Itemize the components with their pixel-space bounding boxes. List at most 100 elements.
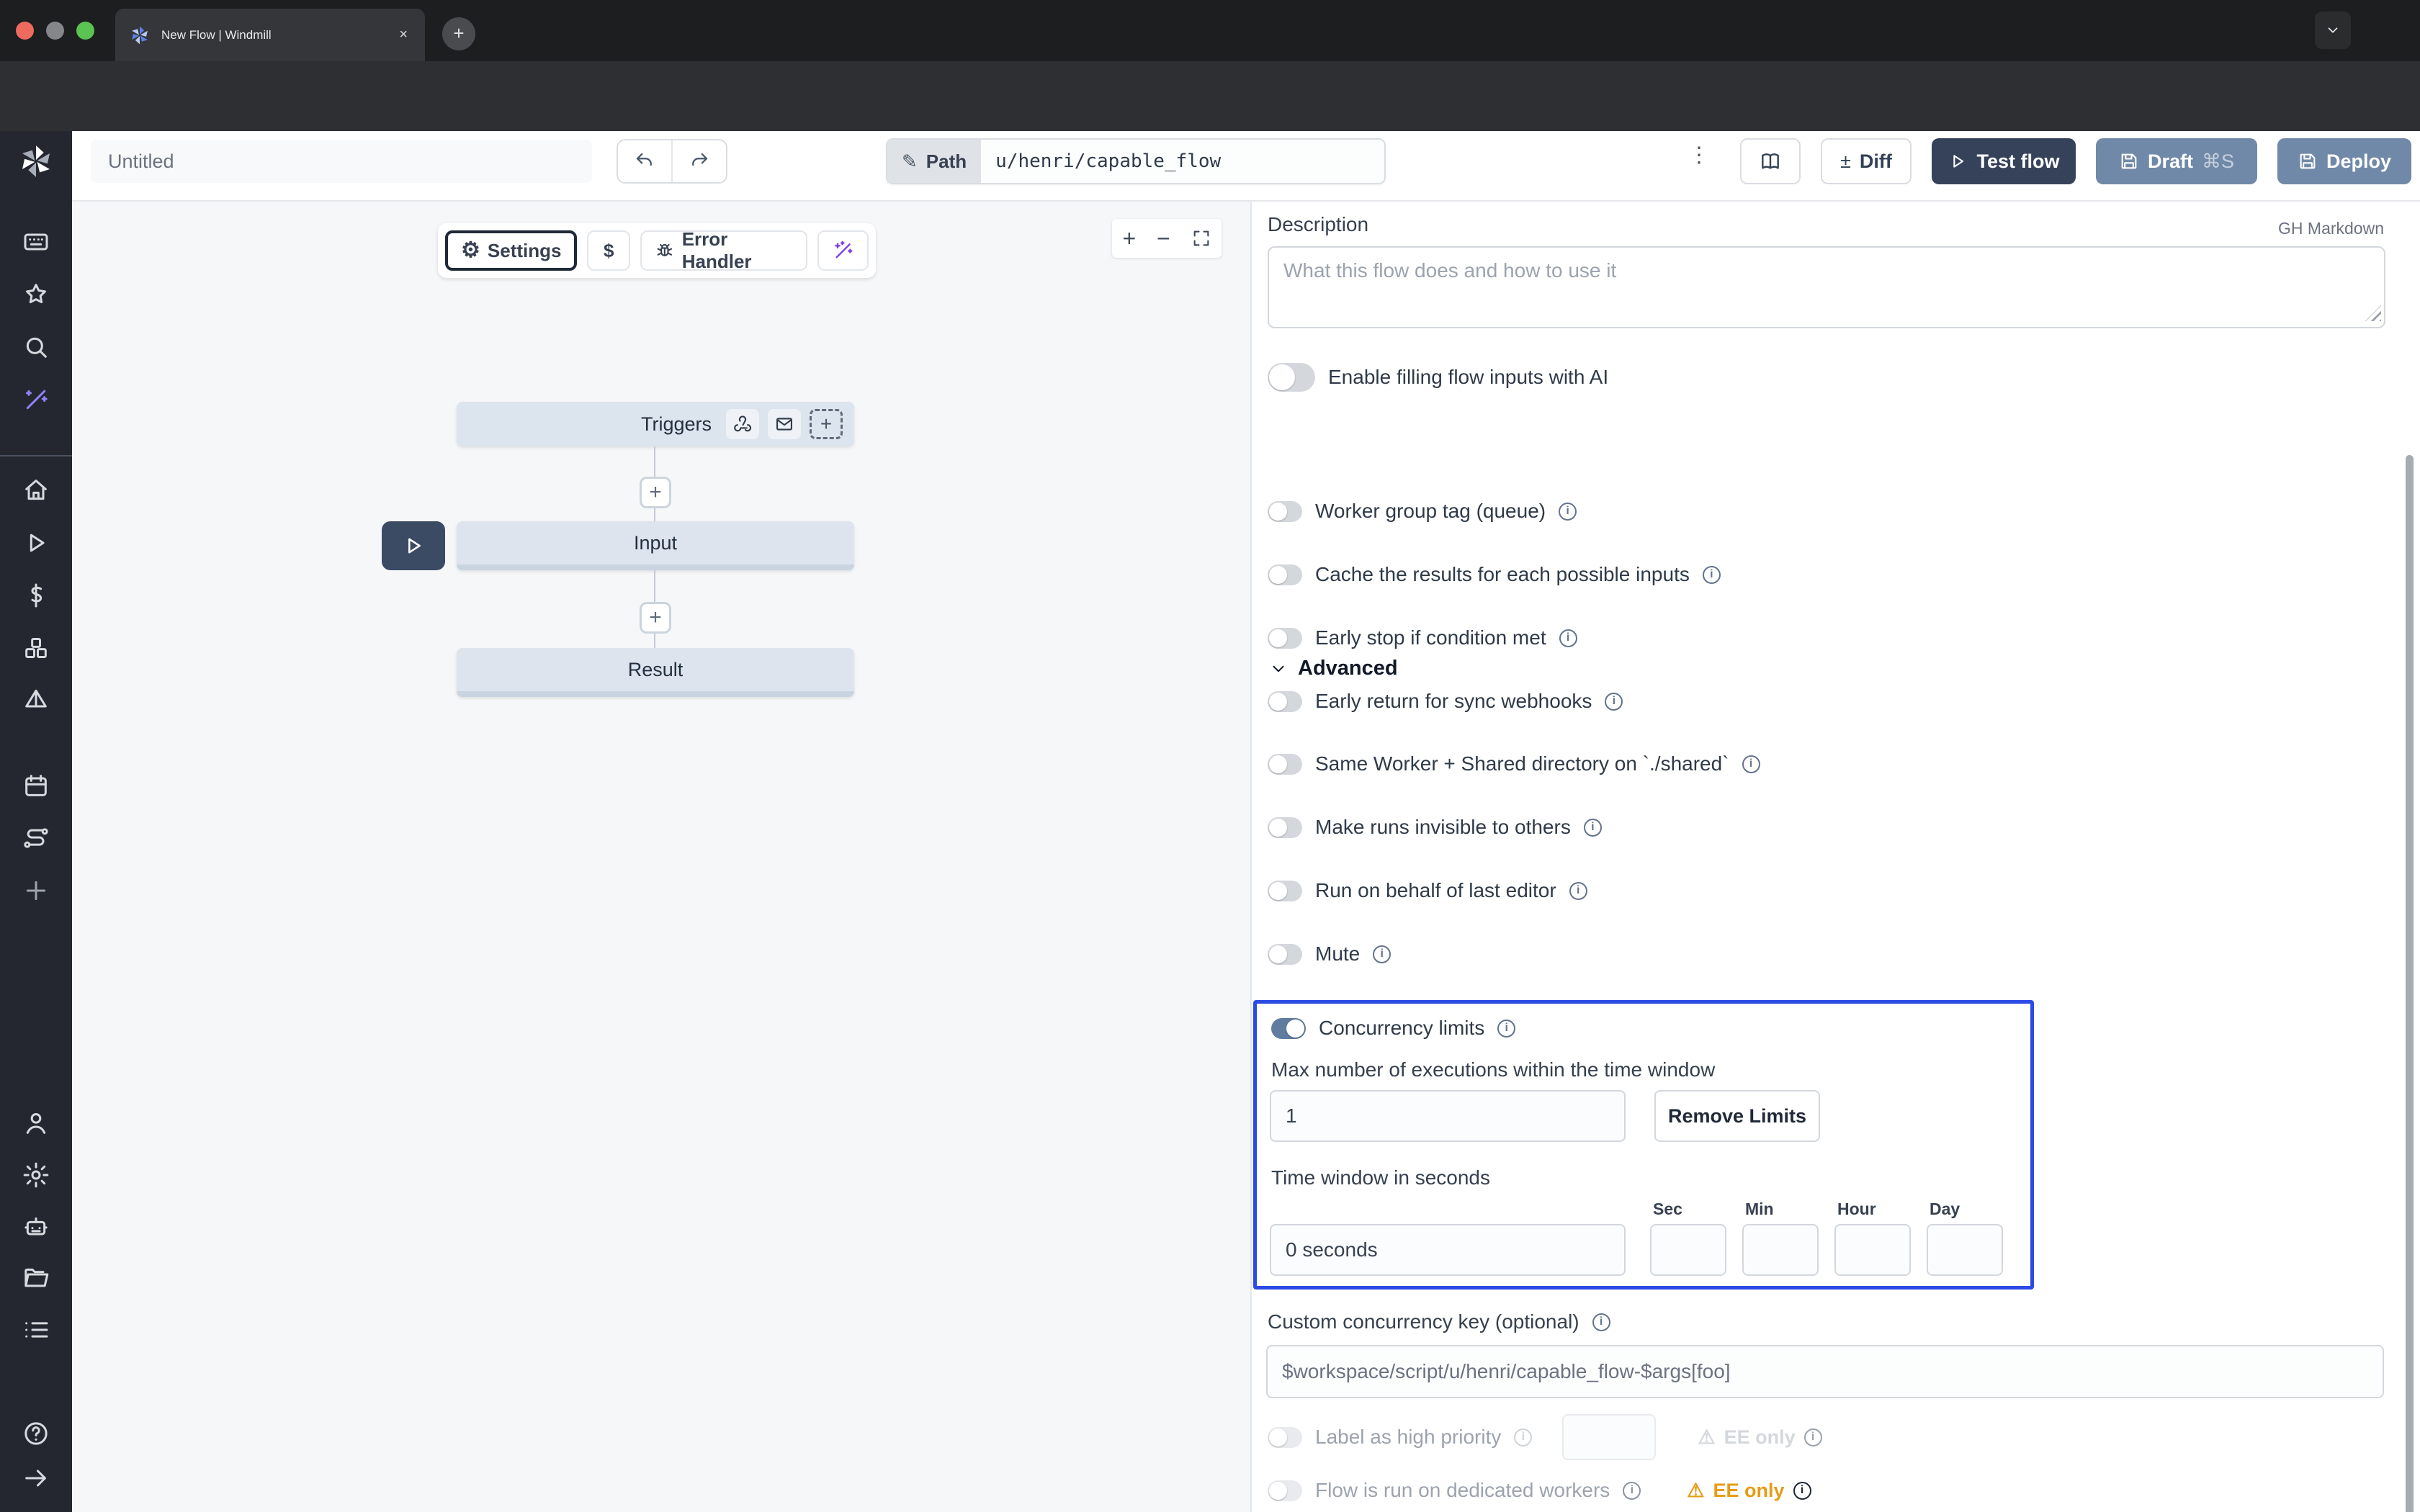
- dedicated-workers-toggle[interactable]: [1268, 1480, 1302, 1501]
- static-inputs-button[interactable]: $: [587, 230, 630, 271]
- option-toggle[interactable]: [1268, 754, 1302, 775]
- flows-route-icon[interactable]: [20, 822, 52, 854]
- favorites-icon[interactable]: [20, 279, 52, 310]
- diff-button[interactable]: ± Diff: [1821, 138, 1912, 184]
- flow-canvas[interactable]: ⚙ Settings $ Error Handler + − Triggers: [72, 202, 1252, 1512]
- edge-line: [654, 508, 655, 521]
- ai-builder-wand-button[interactable]: [817, 230, 869, 271]
- panel-scrollbar[interactable]: [2406, 455, 2414, 1512]
- folders-icon[interactable]: [20, 1262, 52, 1294]
- window-chevron-icon[interactable]: [2315, 12, 2351, 49]
- draft-button[interactable]: Draft ⌘S: [2096, 138, 2257, 184]
- info-icon[interactable]: i: [1569, 882, 1587, 900]
- windmill-logo-icon[interactable]: [16, 141, 56, 181]
- option-toggle[interactable]: [1268, 628, 1302, 649]
- advanced-toggle-row: Make runs invisible to othersi: [1268, 816, 1602, 839]
- max-executions-input[interactable]: [1270, 1090, 1626, 1142]
- test-flow-button[interactable]: Test flow: [1932, 138, 2076, 184]
- info-icon[interactable]: i: [1373, 945, 1391, 963]
- email-trigger-icon[interactable]: [768, 409, 801, 439]
- webhook-trigger-icon[interactable]: [726, 409, 759, 439]
- prism-icon[interactable]: [20, 683, 52, 715]
- high-priority-toggle[interactable]: [1268, 1427, 1302, 1448]
- ai-wand-icon[interactable]: [20, 384, 52, 415]
- traffic-zoom-button[interactable]: [76, 22, 94, 40]
- deploy-button[interactable]: Deploy: [2277, 138, 2411, 184]
- max-executions-label: Max number of executions within the time…: [1271, 1058, 1715, 1081]
- redo-button[interactable]: [673, 140, 726, 182]
- home-icon[interactable]: [20, 474, 52, 506]
- help-icon[interactable]: [20, 1418, 52, 1449]
- triggers-node[interactable]: Triggers +: [457, 402, 854, 446]
- advanced-section-header[interactable]: Advanced: [1269, 657, 1398, 680]
- remove-limits-button[interactable]: Remove Limits: [1654, 1090, 1820, 1142]
- info-icon[interactable]: i: [1497, 1020, 1515, 1038]
- traffic-minimize-button[interactable]: [46, 22, 64, 40]
- flow-settings-button[interactable]: ⚙ Settings: [445, 230, 577, 271]
- hour-input[interactable]: [1834, 1224, 1911, 1276]
- run-input-play-button[interactable]: [382, 521, 445, 570]
- resources-icon[interactable]: [20, 632, 52, 664]
- day-input[interactable]: [1927, 1224, 2003, 1276]
- option-toggle[interactable]: [1268, 564, 1302, 585]
- create-plus-icon[interactable]: [20, 875, 52, 906]
- browser-tab[interactable]: New Flow | Windmill ×: [115, 9, 425, 61]
- custom-concurrency-key-input[interactable]: [1266, 1345, 2384, 1398]
- option-toggle[interactable]: [1268, 691, 1302, 712]
- description-textarea[interactable]: [1268, 246, 2385, 328]
- tab-close-icon[interactable]: ×: [395, 27, 412, 43]
- info-icon[interactable]: i: [1804, 1428, 1822, 1446]
- info-icon[interactable]: i: [1623, 1482, 1641, 1500]
- zoom-out-icon[interactable]: −: [1157, 225, 1170, 252]
- concurrency-toggle-row: Concurrency limits i: [1271, 1017, 1515, 1040]
- option-label: Worker group tag (queue): [1315, 500, 1546, 523]
- new-tab-button[interactable]: +: [442, 17, 475, 50]
- fit-view-icon[interactable]: [1191, 228, 1211, 248]
- zoom-in-icon[interactable]: +: [1122, 225, 1136, 252]
- add-trigger-button[interactable]: +: [810, 409, 843, 439]
- hour-label: Hour: [1837, 1200, 1876, 1219]
- concurrency-toggle[interactable]: [1271, 1018, 1306, 1039]
- time-window-input[interactable]: [1270, 1224, 1626, 1276]
- sec-input[interactable]: [1650, 1224, 1726, 1276]
- priority-value-input[interactable]: [1562, 1414, 1656, 1460]
- undo-button[interactable]: [618, 140, 673, 182]
- option-toggle[interactable]: [1268, 501, 1302, 522]
- option-toggle[interactable]: [1268, 817, 1302, 838]
- variables-icon[interactable]: [20, 580, 52, 611]
- info-icon[interactable]: i: [1742, 755, 1760, 773]
- settings-gear-icon[interactable]: [20, 1159, 52, 1191]
- result-node[interactable]: Result: [457, 648, 854, 697]
- flow-path-input[interactable]: [981, 140, 1384, 183]
- expand-arrow-icon[interactable]: [20, 1462, 52, 1494]
- triggers-node-label: Triggers: [641, 413, 712, 436]
- apps-icon[interactable]: [20, 226, 52, 258]
- info-icon[interactable]: i: [1703, 566, 1721, 584]
- flow-summary-input[interactable]: [91, 140, 592, 183]
- workers-bot-icon[interactable]: [20, 1211, 52, 1243]
- info-icon[interactable]: i: [1793, 1482, 1811, 1500]
- docs-book-button[interactable]: [1740, 138, 1801, 184]
- info-icon[interactable]: i: [1592, 1313, 1610, 1331]
- users-icon[interactable]: [20, 1107, 52, 1139]
- info-icon[interactable]: i: [1559, 629, 1577, 647]
- info-icon[interactable]: i: [1559, 503, 1577, 521]
- more-options-kebab-icon[interactable]: ⋮: [1688, 143, 1710, 168]
- info-icon[interactable]: i: [1514, 1428, 1532, 1446]
- schedules-icon[interactable]: [20, 770, 52, 801]
- error-handler-button[interactable]: Error Handler: [640, 230, 807, 271]
- audit-logs-icon[interactable]: [20, 1314, 52, 1346]
- option-toggle[interactable]: [1268, 881, 1302, 901]
- plus-minus-icon: ±: [1840, 150, 1851, 173]
- min-input[interactable]: [1742, 1224, 1819, 1276]
- ai-inputs-toggle[interactable]: [1268, 363, 1315, 392]
- search-icon[interactable]: [20, 331, 52, 363]
- info-icon[interactable]: i: [1584, 819, 1602, 837]
- insert-step-button[interactable]: +: [640, 602, 671, 634]
- option-toggle[interactable]: [1268, 944, 1302, 965]
- traffic-close-button[interactable]: [16, 22, 34, 40]
- input-node[interactable]: Input: [457, 521, 854, 570]
- runs-icon[interactable]: [20, 527, 52, 559]
- insert-step-button[interactable]: +: [640, 477, 671, 508]
- info-icon[interactable]: i: [1605, 693, 1623, 711]
